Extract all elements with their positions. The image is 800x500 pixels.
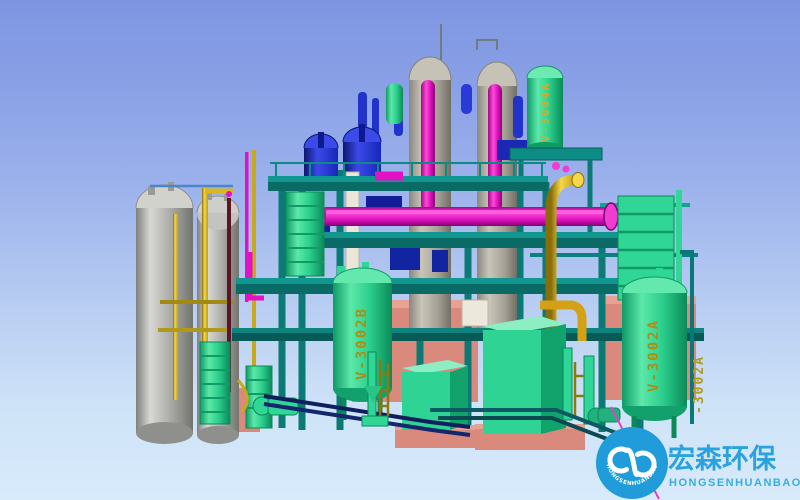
render-canvas: V-3004A [0, 0, 800, 500]
top-bracket [477, 40, 497, 50]
vessel-v3002a: V-3002A [622, 268, 687, 438]
logo-name-cn: 宏森环保 [668, 443, 777, 475]
tower-left-1 [200, 342, 230, 424]
leader-label: -3002A [692, 355, 707, 414]
small-mint-column [386, 84, 403, 124]
white-box [462, 300, 488, 326]
plant-3d-render: V-3004A [0, 0, 800, 500]
exchanger-left [286, 192, 324, 276]
deck-low [236, 278, 648, 284]
deck-mid [296, 232, 642, 238]
vessel-v3004a: V-3004A [527, 66, 563, 154]
deck-top [268, 176, 548, 182]
pipe-flange [604, 203, 618, 230]
company-logo: HONGSENHUANBAO 宏森环保 HONGSENHUANBAO [596, 427, 800, 499]
vessel-v3002b: V-3002B [333, 262, 392, 420]
logo-name-en: HONGSENHUANBAO [669, 477, 800, 489]
vessel-v3002a-label: V-3002A [646, 319, 662, 392]
vessel-v3004a-label: V-3004A [539, 82, 552, 142]
